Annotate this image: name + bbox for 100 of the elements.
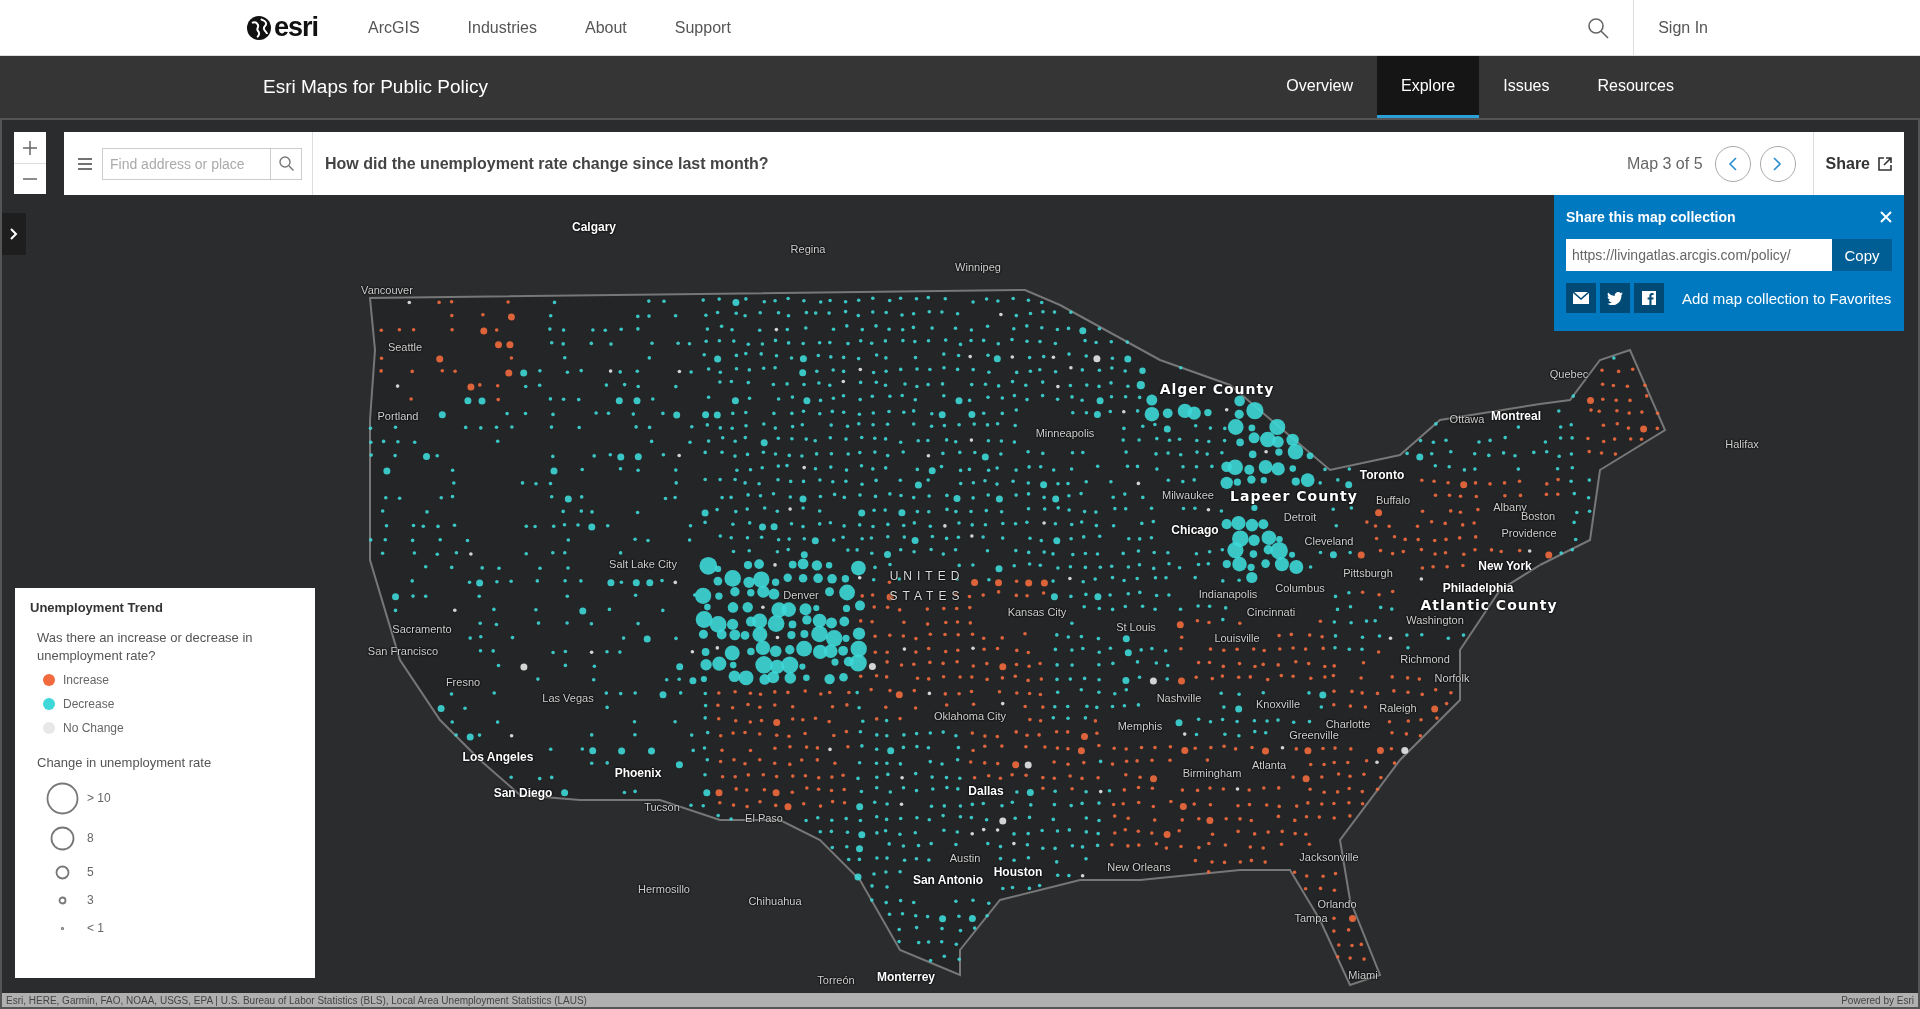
- chevron-right-icon: [10, 228, 18, 240]
- nav-link[interactable]: Support: [650, 18, 755, 37]
- place-label: Washington: [1406, 614, 1464, 626]
- esri-logo[interactable]: esri: [246, 12, 319, 43]
- place-label: Quebec: [1549, 368, 1589, 380]
- place-label: Houston: [993, 865, 1043, 879]
- place-label: Torreón: [817, 974, 855, 986]
- nav-tab[interactable]: Issues: [1479, 56, 1574, 118]
- place-label: Ottawa: [1449, 413, 1485, 425]
- chevron-left-icon: [1728, 156, 1738, 171]
- county-label: Lapeer County: [1230, 488, 1358, 504]
- circle-icon: [49, 825, 75, 851]
- f-logo-button[interactable]: [1634, 283, 1664, 313]
- place-label: Raleigh: [1379, 702, 1417, 714]
- place-label: Oklahoma City: [933, 710, 1007, 722]
- place-label: Portland: [377, 410, 419, 422]
- legend-label: < 1: [87, 921, 104, 935]
- place-label: Hermosillo: [638, 883, 690, 895]
- place-label: Dallas: [968, 784, 1004, 798]
- country-label: UNITED: [889, 569, 965, 583]
- legend-label: Increase: [63, 673, 110, 687]
- nav-tab[interactable]: Overview: [1262, 56, 1377, 118]
- place-label: Milwaukee: [1162, 489, 1214, 501]
- expand-panel-button[interactable]: [2, 213, 26, 255]
- legend-title: Unemployment Trend: [30, 600, 164, 615]
- place-label: Seattle: [387, 341, 423, 353]
- place-label: Halifax: [1725, 438, 1759, 450]
- place-label: Louisville: [1214, 632, 1260, 644]
- place-label: San Antonio: [912, 873, 984, 887]
- nav-link[interactable]: Industries: [443, 18, 561, 37]
- nav-link[interactable]: ArcGIS: [344, 18, 444, 37]
- place-label: Jacksonville: [1299, 851, 1359, 863]
- favorites-link[interactable]: Add map collection to Favorites: [1682, 289, 1892, 307]
- close-icon: [1880, 211, 1892, 223]
- place-label: Pittsburgh: [1343, 567, 1393, 579]
- powered-by-text: Powered by Esri: [1841, 994, 1914, 1006]
- globe-icon: [246, 14, 272, 41]
- attribution-text: Esri, HERE, Garmin, FAO, NOAA, USGS, EPA | U.S. Bureau of Labor Statistics (BLS), Local Area Unemployment Statistics (LAUS): [6, 994, 587, 1006]
- place-label: Fresno: [445, 676, 481, 688]
- county-label: Atlantic County: [1420, 597, 1558, 613]
- place-label: Calgary: [572, 220, 616, 234]
- circle-icon: [45, 781, 79, 815]
- place-label: Atlanta: [1251, 759, 1287, 771]
- place-label: Columbus: [1275, 582, 1325, 594]
- close-button[interactable]: [1880, 211, 1892, 223]
- place-label: Sacramento: [392, 623, 452, 635]
- place-label: San Francisco: [367, 645, 439, 657]
- place-label: Detroit: [1283, 511, 1317, 523]
- bird-button[interactable]: [1600, 283, 1630, 313]
- search-icon[interactable]: [1587, 16, 1610, 39]
- place-label: Phoenix: [614, 766, 662, 780]
- place-label: Kansas City: [1007, 606, 1067, 618]
- legend-label: 8: [87, 831, 94, 845]
- place-label: Vancouver: [361, 284, 413, 296]
- place-label: Indianapolis: [1198, 588, 1258, 600]
- mail-icon: [1573, 292, 1589, 304]
- place-label: Chihuahua: [748, 895, 802, 907]
- place-label: Albany: [1493, 501, 1527, 513]
- circle-icon: [57, 895, 67, 905]
- county-label: Alger County: [1159, 381, 1275, 397]
- sign-in-link[interactable]: Sign In: [1633, 0, 1732, 56]
- legend-label: 5: [87, 865, 94, 879]
- place-label: Winnipeg: [955, 261, 1001, 273]
- place-label: Salt Lake City: [609, 558, 677, 570]
- place-label: Buffalo: [1375, 494, 1411, 506]
- nav-tab[interactable]: Resources: [1573, 56, 1698, 118]
- copy-button[interactable]: Copy: [1832, 239, 1892, 271]
- share-panel-title: Share this map collection: [1566, 209, 1736, 225]
- site-title: Esri Maps for Public Policy: [263, 76, 489, 98]
- bird-icon: [1607, 291, 1623, 305]
- place-label: Birmingham: [1182, 767, 1242, 779]
- legend-label: No Change: [63, 721, 124, 735]
- nav-link[interactable]: About: [561, 18, 651, 37]
- mail-button[interactable]: [1566, 283, 1596, 313]
- place-label: San Diego: [493, 786, 553, 800]
- search-button[interactable]: [270, 147, 302, 180]
- nav-tab[interactable]: Explore: [1377, 56, 1480, 118]
- place-label: El Paso: [745, 812, 783, 824]
- place-label: Charlotte: [1325, 718, 1371, 730]
- place-label: Tucson: [644, 801, 680, 813]
- plus-icon: [23, 140, 37, 155]
- place-label: Tampa: [1294, 912, 1328, 924]
- place-label: Orlando: [1317, 898, 1357, 910]
- circle-icon: [59, 925, 65, 931]
- place-label: St Louis: [1116, 621, 1156, 633]
- share-icon: [1878, 156, 1892, 171]
- legend-subtitle: Change in unemployment rate: [37, 755, 213, 770]
- url-field[interactable]: https://livingatlas.arcgis.com/policy/: [1566, 239, 1832, 271]
- place-label: Knoxville: [1256, 698, 1300, 710]
- menu-icon[interactable]: [78, 157, 92, 170]
- place-label: Toronto: [1359, 468, 1405, 482]
- map-counter: Map 3 of 5: [1626, 154, 1703, 173]
- place-label: Denver: [783, 589, 819, 601]
- place-label: Monterrey: [877, 970, 935, 984]
- place-label: Austin: [949, 852, 981, 864]
- place-label: Richmond: [1400, 653, 1450, 665]
- place-label: Regina: [790, 243, 826, 255]
- place-label: Montreal: [1491, 409, 1541, 423]
- search-field[interactable]: Find address or place: [102, 147, 270, 180]
- place-label: Greenville: [1289, 729, 1339, 741]
